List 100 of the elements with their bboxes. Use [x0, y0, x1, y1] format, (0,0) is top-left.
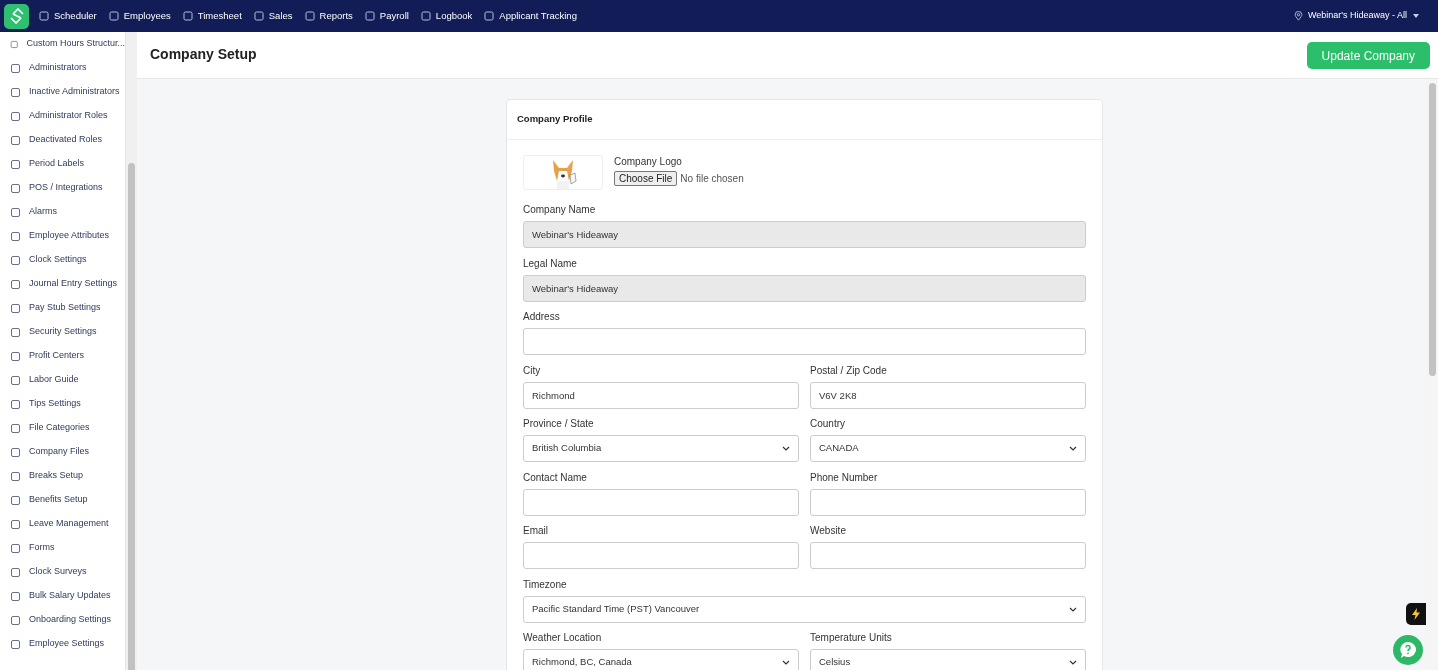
scrollbar-thumb[interactable]	[128, 163, 135, 670]
nav-link[interactable]: Scheduler	[39, 8, 97, 24]
sidebar-item[interactable]: Employee Attributes	[0, 224, 125, 248]
help-button[interactable]	[1393, 635, 1423, 665]
app-logo[interactable]	[4, 3, 29, 29]
sidebar-square-icon	[10, 134, 21, 146]
nav-square-icon	[304, 11, 315, 21]
sidebar-square-icon	[10, 638, 21, 650]
sidebar-item[interactable]: Profit Centers	[0, 344, 125, 368]
sidebar-item[interactable]: Custom Hours Structur...	[0, 32, 125, 56]
sidebar-item[interactable]: Company Files	[0, 440, 125, 464]
input-field[interactable]: Richmond	[523, 381, 799, 409]
field-label: Timezone	[523, 578, 568, 592]
field-label: Country	[810, 418, 846, 431]
nav-square-icon	[364, 11, 375, 21]
field-label: Legal Name	[523, 257, 578, 271]
sidebar-item[interactable]: Alarms	[0, 200, 125, 224]
field-label: Contact Name	[523, 471, 588, 485]
sidebar-item[interactable]: Clock Settings	[0, 248, 125, 272]
page-title: Company Setup	[150, 45, 257, 64]
nav-link[interactable]: Payroll	[364, 8, 409, 24]
nav-square-icon	[420, 11, 431, 21]
sidebar-square-icon	[10, 110, 21, 122]
sidebar-item[interactable]: Inactive Administrators	[0, 80, 125, 104]
sidebar-square-icon	[10, 446, 21, 458]
select-field[interactable]: British Columbia	[523, 435, 799, 462]
sidebar-item[interactable]: Bulk Salary Updates	[0, 584, 125, 608]
field-label: Company Logo	[614, 155, 683, 169]
field-label: Website	[810, 525, 847, 538]
sidebar-square-icon	[10, 614, 21, 626]
sidebar-item[interactable]: POS / Integrations	[0, 176, 125, 200]
nav-link[interactable]: Applicant Tracking	[484, 8, 577, 24]
chevron-down-icon	[782, 446, 790, 451]
sidebar-square-icon	[10, 38, 19, 50]
sidebar-item[interactable]: Clock Surveys	[0, 560, 125, 584]
sidebar-square-icon	[10, 302, 21, 314]
sidebar-square-icon	[10, 86, 21, 98]
nav-link[interactable]: Reports	[304, 8, 353, 24]
lightning-icon	[1412, 608, 1420, 620]
field-label: Company Name	[523, 204, 597, 217]
choose-file-button[interactable]: Choose File	[614, 171, 678, 186]
scrollbar-thumb[interactable]	[1428, 83, 1436, 376]
input-field[interactable]: V6V 2K8	[810, 381, 1086, 409]
chevron-down-icon	[1069, 446, 1077, 451]
sidebar-item[interactable]: Labor Guide	[0, 368, 125, 392]
sidebar-item[interactable]: Onboarding Settings	[0, 608, 125, 632]
input-field[interactable]	[523, 488, 799, 516]
select-field[interactable]: CANADA	[810, 435, 1086, 462]
field-label: Province / State	[523, 418, 595, 431]
chevron-down-icon	[1069, 606, 1077, 612]
field-label: Address	[523, 311, 561, 324]
location-selector[interactable]: Webinar's Hideaway - All	[1293, 9, 1420, 23]
select-field[interactable]: Richmond, BC, Canada	[523, 649, 799, 670]
question-bubble-icon	[1399, 641, 1417, 659]
sidebar-item[interactable]: Security Settings	[0, 320, 125, 344]
field-label: City	[523, 364, 542, 378]
field-label: Weather Location	[523, 632, 603, 645]
input-field[interactable]	[523, 328, 1086, 355]
nav-link[interactable]: Timesheet	[182, 8, 242, 24]
file-status: No file chosen	[680, 172, 744, 186]
field-label: Email	[523, 525, 549, 538]
sidebar-square-icon	[10, 62, 21, 74]
input-field[interactable]	[523, 542, 799, 569]
sidebar-square-icon	[10, 350, 21, 362]
sidebar-item[interactable]: Forms	[0, 536, 125, 560]
sidebar-item[interactable]: Breaks Setup	[0, 464, 125, 488]
sidebar-square-icon	[10, 470, 21, 482]
sidebar-square-icon	[10, 518, 21, 530]
sidebar-item[interactable]: Administrator Roles	[0, 104, 125, 128]
nav-square-icon	[182, 11, 193, 21]
sidebar-item[interactable]: Tips Settings	[0, 392, 125, 416]
sidebar-item[interactable]: Journal Entry Settings	[0, 272, 125, 296]
field-label: Postal / Zip Code	[810, 364, 888, 378]
nav-square-icon	[484, 11, 495, 21]
input-field[interactable]	[810, 488, 1086, 516]
sidebar-square-icon	[10, 590, 21, 602]
sidebar-square-icon	[10, 158, 21, 170]
card-title: Company Profile	[517, 112, 593, 127]
nav-square-icon	[108, 11, 119, 21]
field-label: Temperature Units	[810, 632, 893, 645]
lightning-button[interactable]	[1406, 603, 1426, 625]
select-field[interactable]: Pacific Standard Time (PST) Vancouver	[523, 595, 1086, 623]
sidebar-item[interactable]: Period Labels	[0, 152, 125, 176]
chevron-down-icon	[1069, 660, 1077, 665]
nav-link[interactable]: Logbook	[420, 8, 473, 24]
sidebar-item[interactable]: Benefits Setup	[0, 488, 125, 512]
sidebar-item[interactable]: Leave Management	[0, 512, 125, 536]
nav-link[interactable]: Employees	[108, 8, 171, 24]
sidebar-square-icon	[10, 326, 21, 338]
sidebar-square-icon	[10, 422, 21, 434]
sidebar-square-icon	[10, 278, 21, 290]
nav-link[interactable]: Sales	[253, 8, 293, 24]
sidebar-item[interactable]: File Categories	[0, 416, 125, 440]
sidebar-square-icon	[10, 254, 21, 266]
sidebar-item[interactable]: Pay Stub Settings	[0, 296, 125, 320]
sidebar-item[interactable]: Administrators	[0, 56, 125, 80]
select-field[interactable]: Celsius	[810, 649, 1086, 670]
input-field[interactable]	[810, 542, 1086, 569]
sidebar-item[interactable]: Deactivated Roles	[0, 128, 125, 152]
sidebar-item[interactable]: Employee Settings	[0, 632, 125, 656]
